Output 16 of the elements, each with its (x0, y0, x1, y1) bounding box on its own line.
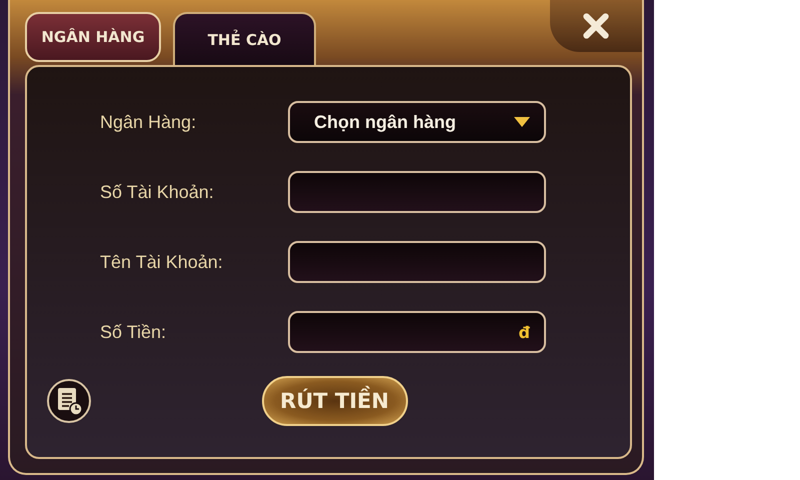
tab[interactable]: THẺ CÀO (173, 12, 316, 65)
dropdown-arrow-icon (514, 117, 530, 127)
bank-dropdown[interactable]: Chọn ngân hàng (288, 101, 546, 143)
field-label: Số Tài Khoản: (100, 182, 215, 202)
field-label: Ngân Hàng: (100, 112, 198, 132)
history-button[interactable] (47, 379, 91, 423)
close-button[interactable] (550, 0, 642, 52)
tab[interactable]: NGÂN HÀNG (25, 12, 161, 62)
currency-symbol: đ (518, 322, 530, 342)
input-field[interactable] (288, 171, 546, 213)
field-label: Tên Tài Khoản: (100, 252, 224, 272)
field-label: Số Tiền: (100, 322, 168, 342)
document-clock-icon (55, 386, 83, 416)
input-field[interactable] (288, 241, 546, 283)
input-field[interactable]: đ (288, 311, 546, 353)
withdraw-button[interactable]: RÚT TIỀN (262, 376, 408, 426)
